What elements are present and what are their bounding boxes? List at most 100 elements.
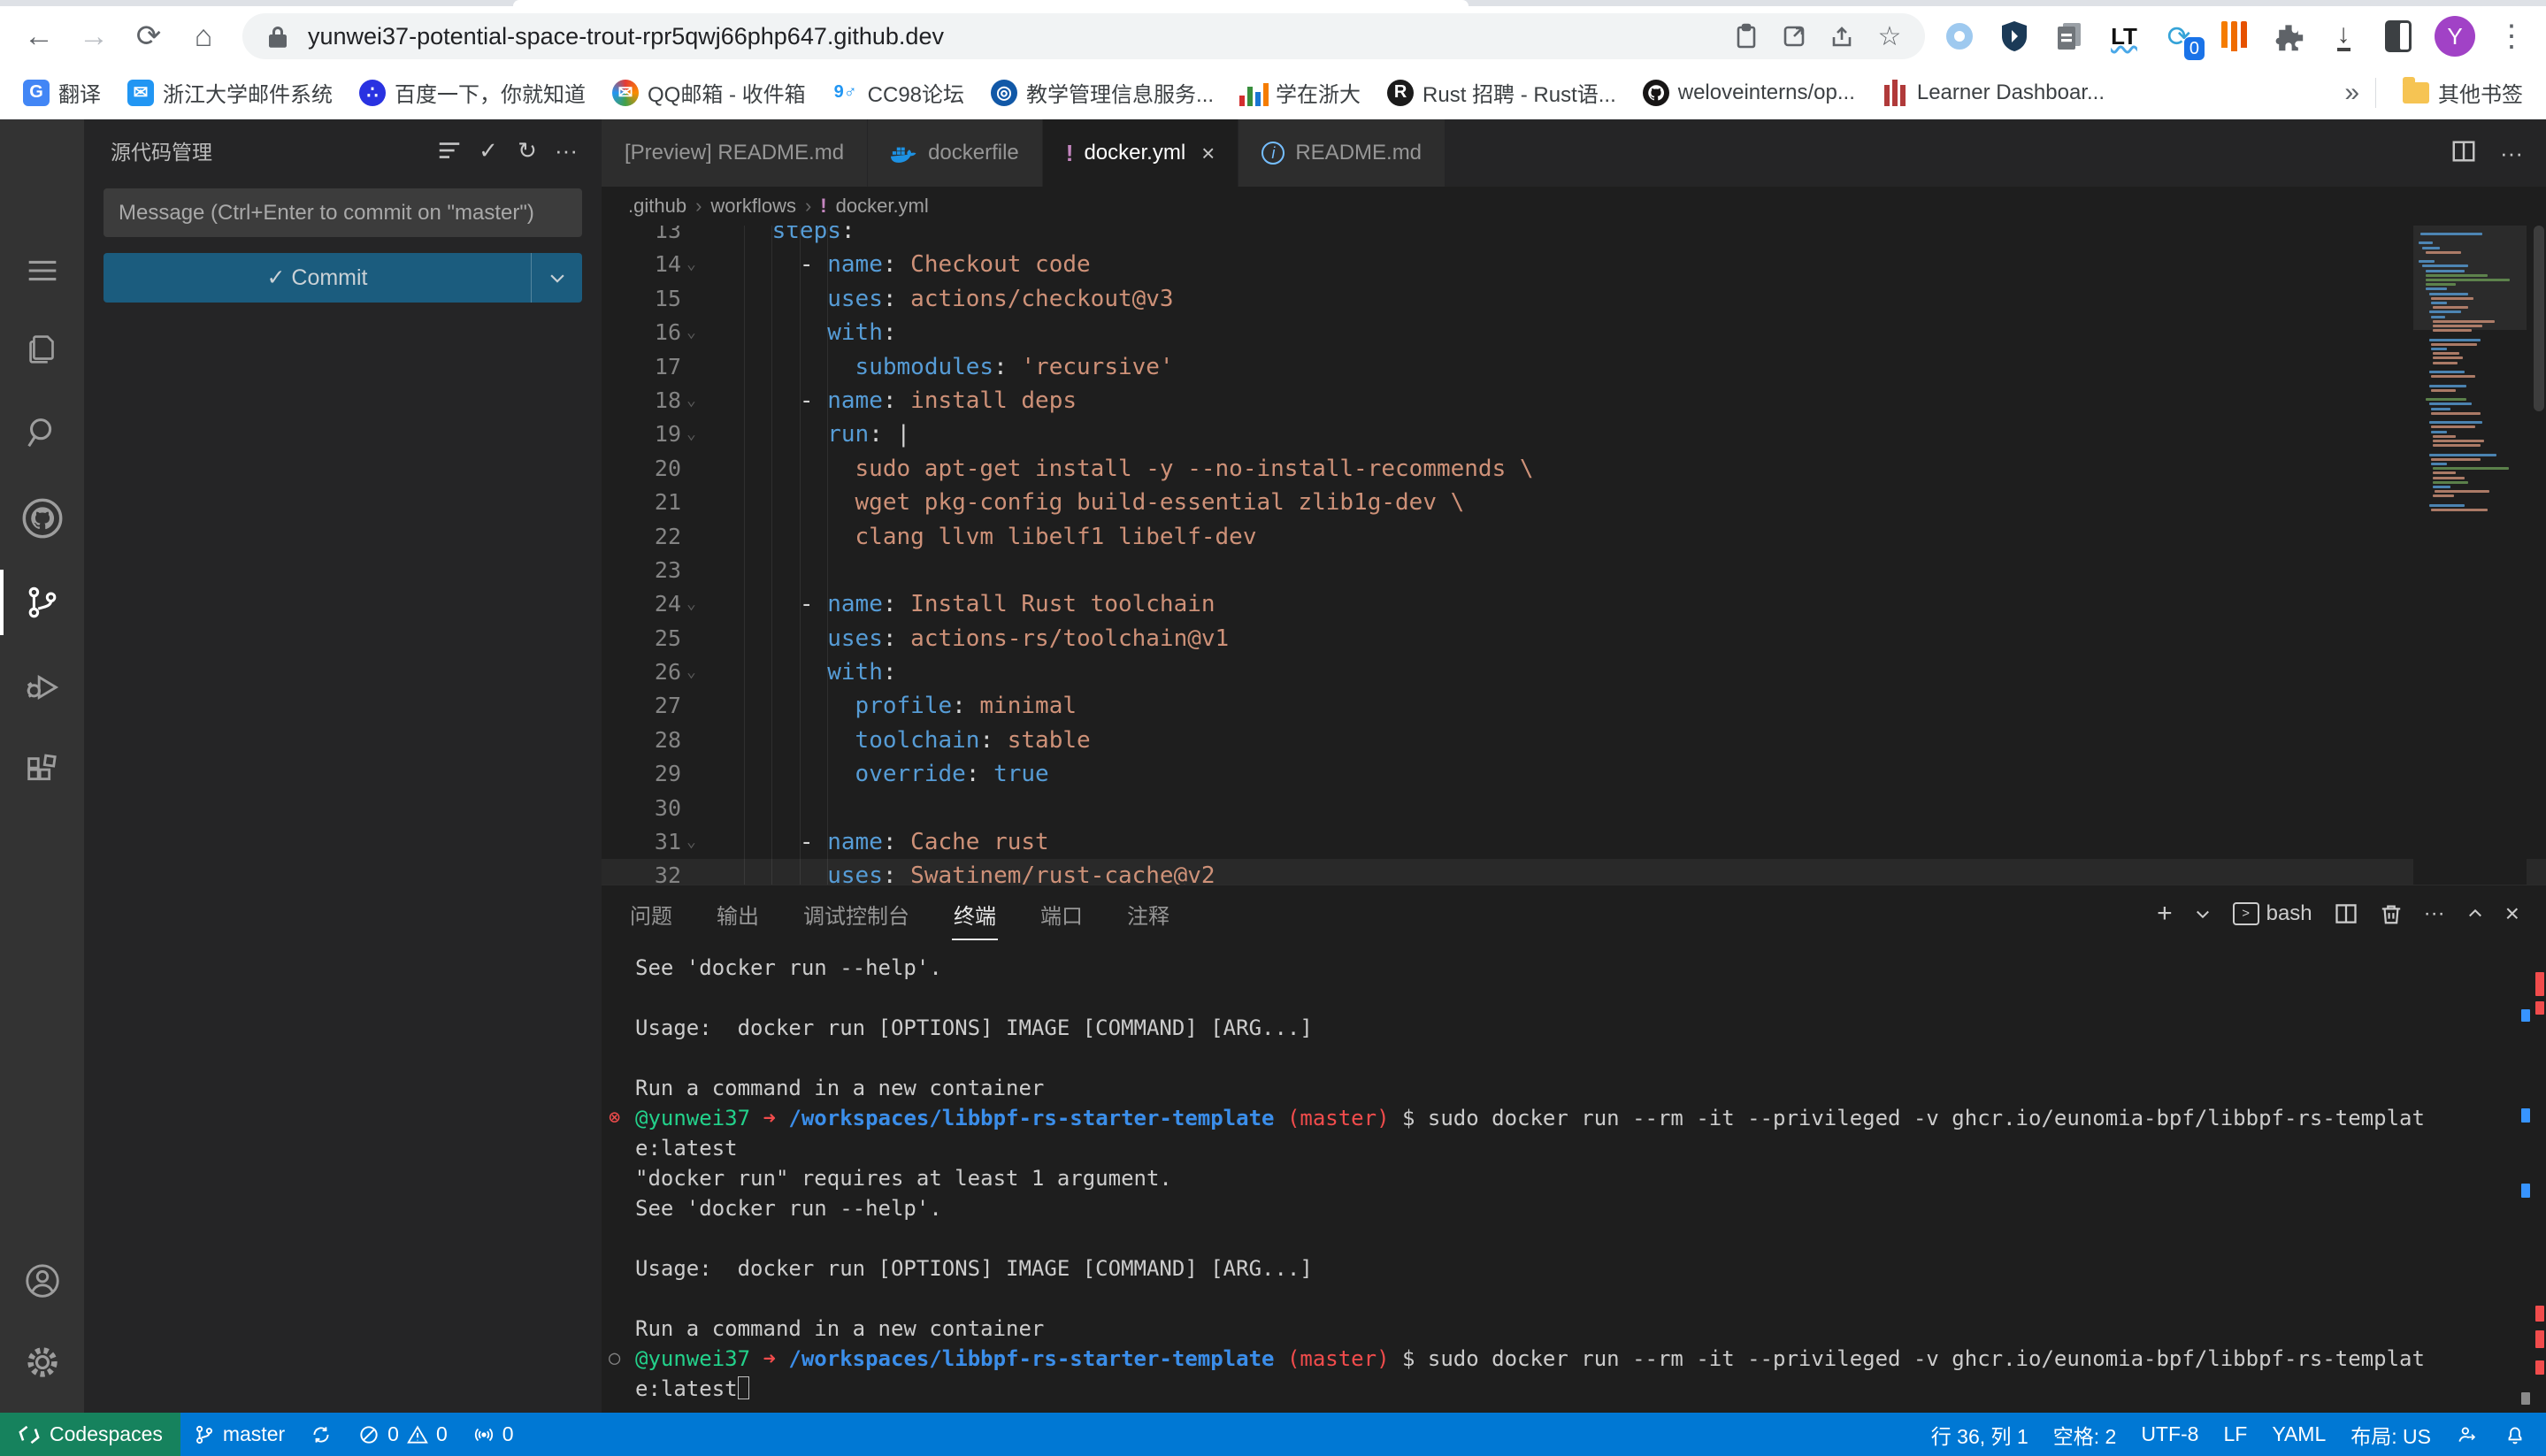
branch-indicator[interactable]: master <box>180 1413 297 1456</box>
eol[interactable]: LF <box>2211 1413 2259 1456</box>
code-line[interactable]: 15 uses: actions/checkout@v3 <box>602 282 2546 316</box>
code-line[interactable]: 28 toolchain: stable <box>602 724 2546 757</box>
accounts-icon[interactable] <box>0 1241 84 1321</box>
tab-docker-yml[interactable]: !docker.yml× <box>1043 119 1239 187</box>
language-mode[interactable]: YAML <box>2259 1413 2338 1456</box>
browser-active-tab[interactable] <box>513 0 1469 6</box>
back-button[interactable]: ← <box>16 13 62 59</box>
downloads-icon[interactable]: ↓ <box>2325 18 2362 55</box>
panel-more-icon[interactable]: ··· <box>2424 901 2445 926</box>
tab-readme-md[interactable]: iREADME.md <box>1238 119 1446 187</box>
new-terminal-icon[interactable]: + <box>2157 899 2173 929</box>
kill-terminal-icon[interactable] <box>2380 901 2403 926</box>
breadcrumb-item[interactable]: .github <box>628 195 686 218</box>
bookmark-item[interactable]: Learner Dashboar... <box>1871 74 2115 111</box>
pencils-extension-icon[interactable] <box>2215 18 2252 55</box>
bookmark-item[interactable]: weloveinterns/op... <box>1632 74 1866 111</box>
other-bookmarks-folder[interactable]: 其他书签 <box>2392 72 2534 113</box>
bookmark-star-icon[interactable]: ☆ <box>1872 19 1907 54</box>
keyboard-layout[interactable]: 布局: US <box>2338 1413 2443 1456</box>
terminal-dropdown-icon[interactable] <box>2194 905 2212 923</box>
panel-tab-端口[interactable]: 端口 <box>1039 886 1085 942</box>
tab--preview-readme-md[interactable]: [Preview] README.md <box>602 119 868 187</box>
terminal[interactable]: See 'docker run --help'.Usage: docker ru… <box>602 942 2546 1413</box>
bookmark-item[interactable]: ∴百度一下，你就知道 <box>349 72 596 113</box>
close-panel-icon[interactable]: × <box>2505 900 2519 928</box>
code-line[interactable]: 26⌄ with: <box>602 655 2546 689</box>
remote-indicator[interactable]: Codespaces <box>0 1413 180 1456</box>
breadcrumb-item[interactable]: docker.yml <box>836 195 929 218</box>
extension-shield-icon[interactable] <box>1996 18 2033 55</box>
code-line[interactable]: 23 <box>602 554 2546 587</box>
panel-tab-调试控制台[interactable]: 调试控制台 <box>801 886 911 942</box>
tab-dockerfile[interactable]: dockerfile <box>868 119 1043 187</box>
fold-chevron-icon[interactable]: ⌄ <box>686 316 708 349</box>
panel-tab-终端[interactable]: 终端 <box>952 886 998 942</box>
code-line[interactable]: 22 clang llvm libelf1 libelf-dev <box>602 520 2546 554</box>
editor-more-icon[interactable]: ··· <box>2500 140 2523 167</box>
bookmark-item[interactable]: ✉浙江大学邮件系统 <box>117 72 343 113</box>
code-line[interactable]: 19⌄ run: | <box>602 418 2546 451</box>
lock-icon[interactable] <box>260 19 295 54</box>
minimap[interactable] <box>2413 226 2527 885</box>
browser-menu-icon[interactable]: ⋮ <box>2493 18 2530 55</box>
fold-chevron-icon[interactable]: ⌄ <box>686 655 708 689</box>
commit-button[interactable]: ✓ Commit <box>104 253 582 303</box>
languagetool-icon[interactable]: LT <box>2105 18 2143 55</box>
split-editor-icon[interactable] <box>2450 138 2477 169</box>
explorer-icon[interactable] <box>0 309 84 388</box>
home-button[interactable]: ⌂ <box>180 13 226 59</box>
address-bar[interactable]: yunwei37-potential-space-trout-rpr5qwj66… <box>242 13 1925 59</box>
panel-tab-注释[interactable]: 注释 <box>1125 886 1171 942</box>
fold-chevron-icon[interactable]: ⌄ <box>686 418 708 451</box>
clipboard-icon[interactable] <box>1729 19 1764 54</box>
extension-pages-icon[interactable] <box>2051 18 2088 55</box>
bookmark-item[interactable]: RRust 招聘 - Rust语... <box>1377 72 1627 113</box>
extensions-icon[interactable] <box>0 732 84 811</box>
commit-check-icon[interactable]: ✓ <box>469 131 508 170</box>
panel-tab-问题[interactable]: 问题 <box>628 886 674 942</box>
puzzle-extensions-icon[interactable] <box>2270 18 2307 55</box>
bookmark-item[interactable]: ✉QQ邮箱 - 收件箱 <box>602 72 817 113</box>
view-sort-icon[interactable] <box>430 131 469 170</box>
settings-gear-icon[interactable] <box>0 1322 84 1402</box>
command-failed-icon[interactable]: ⊗ <box>609 1103 620 1133</box>
indentation[interactable]: 空格: 2 <box>2041 1413 2129 1456</box>
cursor-position[interactable]: 行 36, 列 1 <box>1919 1413 2041 1456</box>
bookmarks-overflow-chevron[interactable]: » <box>2344 78 2359 108</box>
breadcrumb[interactable]: .github›workflows›!docker.yml <box>602 187 2546 226</box>
code-line[interactable]: 31⌄ - name: Cache rust <box>602 825 2546 859</box>
fold-chevron-icon[interactable]: ⌄ <box>686 248 708 281</box>
sync-indicator[interactable] <box>297 1413 345 1456</box>
maximize-panel-icon[interactable] <box>2466 905 2484 923</box>
fold-chevron-icon[interactable]: ⌄ <box>686 384 708 418</box>
commit-message-input[interactable] <box>104 188 582 237</box>
code-line[interactable]: 14⌄ - name: Checkout code <box>602 248 2546 281</box>
bookmark-item[interactable]: ◎教学管理信息服务... <box>980 72 1224 113</box>
code-line[interactable]: 21 wget pkg-config build-essential zlib1… <box>602 486 2546 519</box>
sync-extension-icon[interactable]: ⟳ 0 <box>2160 18 2197 55</box>
code-line[interactable]: 16⌄ with: <box>602 316 2546 349</box>
code-line[interactable]: 25 uses: actions-rs/toolchain@v1 <box>602 622 2546 655</box>
breadcrumb-item[interactable]: workflows <box>710 195 796 218</box>
profile-avatar[interactable]: Y <box>2435 16 2475 57</box>
commit-dropdown[interactable] <box>531 253 582 303</box>
fold-chevron-icon[interactable]: ⌄ <box>686 587 708 621</box>
code-line[interactable]: 29 override: true <box>602 757 2546 791</box>
github-icon[interactable] <box>0 479 84 558</box>
forward-button[interactable]: → <box>71 13 117 59</box>
shell-selector[interactable]: > bash <box>2233 901 2312 926</box>
code-line[interactable]: 18⌄ - name: install deps <box>602 384 2546 418</box>
code-line[interactable]: 24⌄ - name: Install Rust toolchain <box>602 587 2546 621</box>
open-in-window-icon[interactable] <box>1776 19 1812 54</box>
bookmark-item[interactable]: 9♂CC98论坛 <box>822 72 975 113</box>
code-editor[interactable]: 13 steps:14⌄ - name: Checkout code15 use… <box>602 226 2546 885</box>
reload-button[interactable]: ⟳ <box>126 13 172 59</box>
run-debug-icon[interactable] <box>0 648 84 727</box>
url-text[interactable]: yunwei37-potential-space-trout-rpr5qwj66… <box>308 23 1716 50</box>
notifications-bell-icon[interactable] <box>2491 1413 2546 1456</box>
source-control-icon[interactable] <box>0 563 84 642</box>
bookmark-item[interactable]: 学在浙大 <box>1230 72 1371 113</box>
command-running-icon[interactable]: ○ <box>609 1344 620 1374</box>
encoding[interactable]: UTF-8 <box>2128 1413 2211 1456</box>
